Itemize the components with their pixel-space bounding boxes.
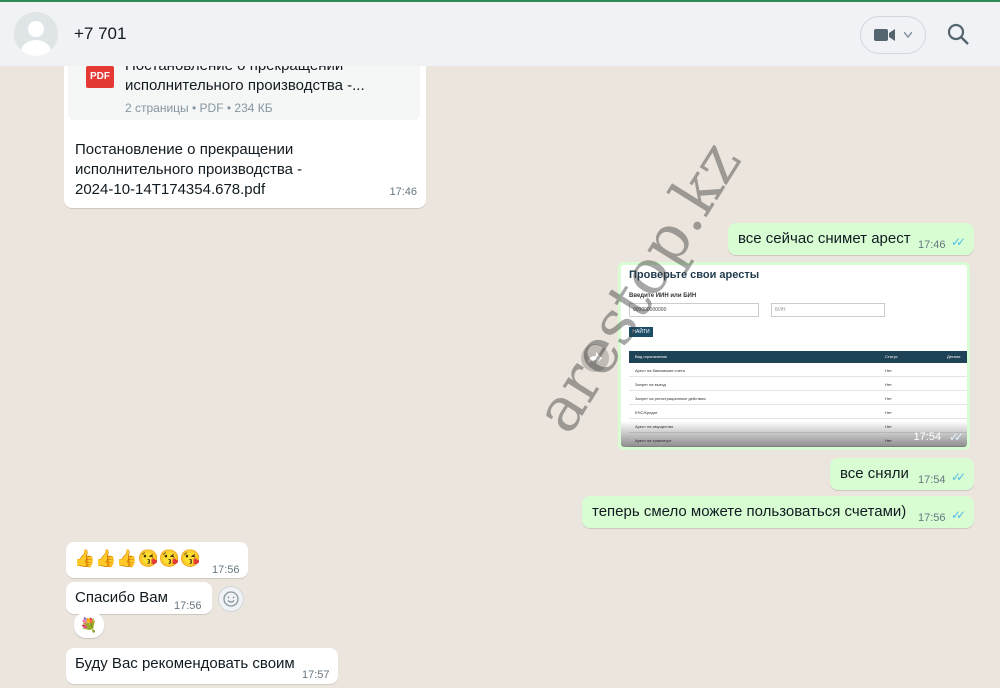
chat-header: +7 701 [0,0,1000,66]
read-receipt-icon: ✓✓ [951,470,966,484]
chevron-down-icon [904,32,912,38]
forward-arrow-icon [588,352,602,364]
add-reaction-button[interactable] [218,586,244,612]
contact-avatar[interactable] [14,12,58,56]
document-caption-line3: 2024-10-14T174354.678.pdf [75,181,266,198]
incoming-message[interactable]: Буду Вас рекомендовать своим 17:57 [66,648,338,684]
read-receipt-icon: ✓✓ [948,430,964,444]
document-title: Постановление о прекращении исполнительн… [125,66,365,94]
image-table-header: Вид ограничения Статус Детали [629,351,967,363]
read-receipt-icon: ✓✓ [951,508,966,522]
outgoing-message[interactable]: теперь смело можете пользоваться счетами… [582,496,974,528]
document-meta: 2 страницы • PDF • 234 КБ [125,101,273,115]
message-time: 17:56 [918,512,946,524]
message-text: все сняли [840,465,909,482]
video-camera-icon [874,29,895,41]
chat-area: PDF Постановление о прекращении исполнит… [0,66,1000,688]
message-text: теперь смело можете пользоваться счетами… [592,503,907,520]
image-table-row: Запрет на регистрационные действия Нет [629,391,967,405]
document-caption-line1: Постановление о прекращении [75,141,294,158]
image-table-row: Запрет на выезд Нет [629,377,967,391]
message-time: 17:56 [174,600,202,612]
message-time: 17:46 [918,239,946,251]
message-time: 17:57 [302,669,330,681]
read-receipt-icon: ✓✓ [951,235,966,249]
incoming-message[interactable]: 👍👍👍😘😘😘 17:56 [66,542,248,578]
outgoing-message[interactable]: все сейчас снимет арест 17:46 ✓✓ [728,223,974,255]
message-time: 17:54 [918,474,946,486]
message-time: 17:46 [389,186,417,198]
image-table-row: Арест на банковские счета Нет [629,363,967,377]
video-call-button[interactable] [860,16,926,54]
message-text: 👍👍👍😘😘😘 [74,549,202,568]
image-input: 900000000000 [629,303,759,317]
image-table-row: ЕНС/Кредит Нет [629,405,967,419]
forward-button[interactable] [581,344,609,372]
message-text: Буду Вас рекомендовать своим [75,655,295,672]
pdf-file-icon: PDF [86,66,114,88]
search-icon[interactable] [946,22,970,46]
document-message[interactable]: PDF Постановление о прекращении исполнит… [64,66,426,208]
document-card[interactable]: PDF Постановление о прекращении исполнит… [68,66,420,120]
image-message[interactable]: Проверьте свои аресты Введите ИИН или БИ… [618,262,970,450]
document-caption-line2: исполнительного производства - [75,161,303,178]
image-label: Введите ИИН или БИН [629,293,697,299]
message-text: все сейчас снимет арест [738,230,911,247]
message-reaction[interactable]: 💐 [74,612,104,638]
contact-name[interactable]: +7 701 [74,24,126,44]
smiley-icon [223,591,239,607]
image-title: Проверьте свои аресты [629,269,760,281]
outgoing-message[interactable]: все сняли 17:54 ✓✓ [830,458,974,490]
message-time: 17:56 [212,564,240,576]
image-input-secondary: БИН [771,303,885,317]
message-time: 17:54 [913,431,941,443]
incoming-message[interactable]: Спасибо Вам 17:56 [66,582,212,614]
image-button: НАЙТИ [629,327,653,337]
message-text: Спасибо Вам [75,589,168,606]
